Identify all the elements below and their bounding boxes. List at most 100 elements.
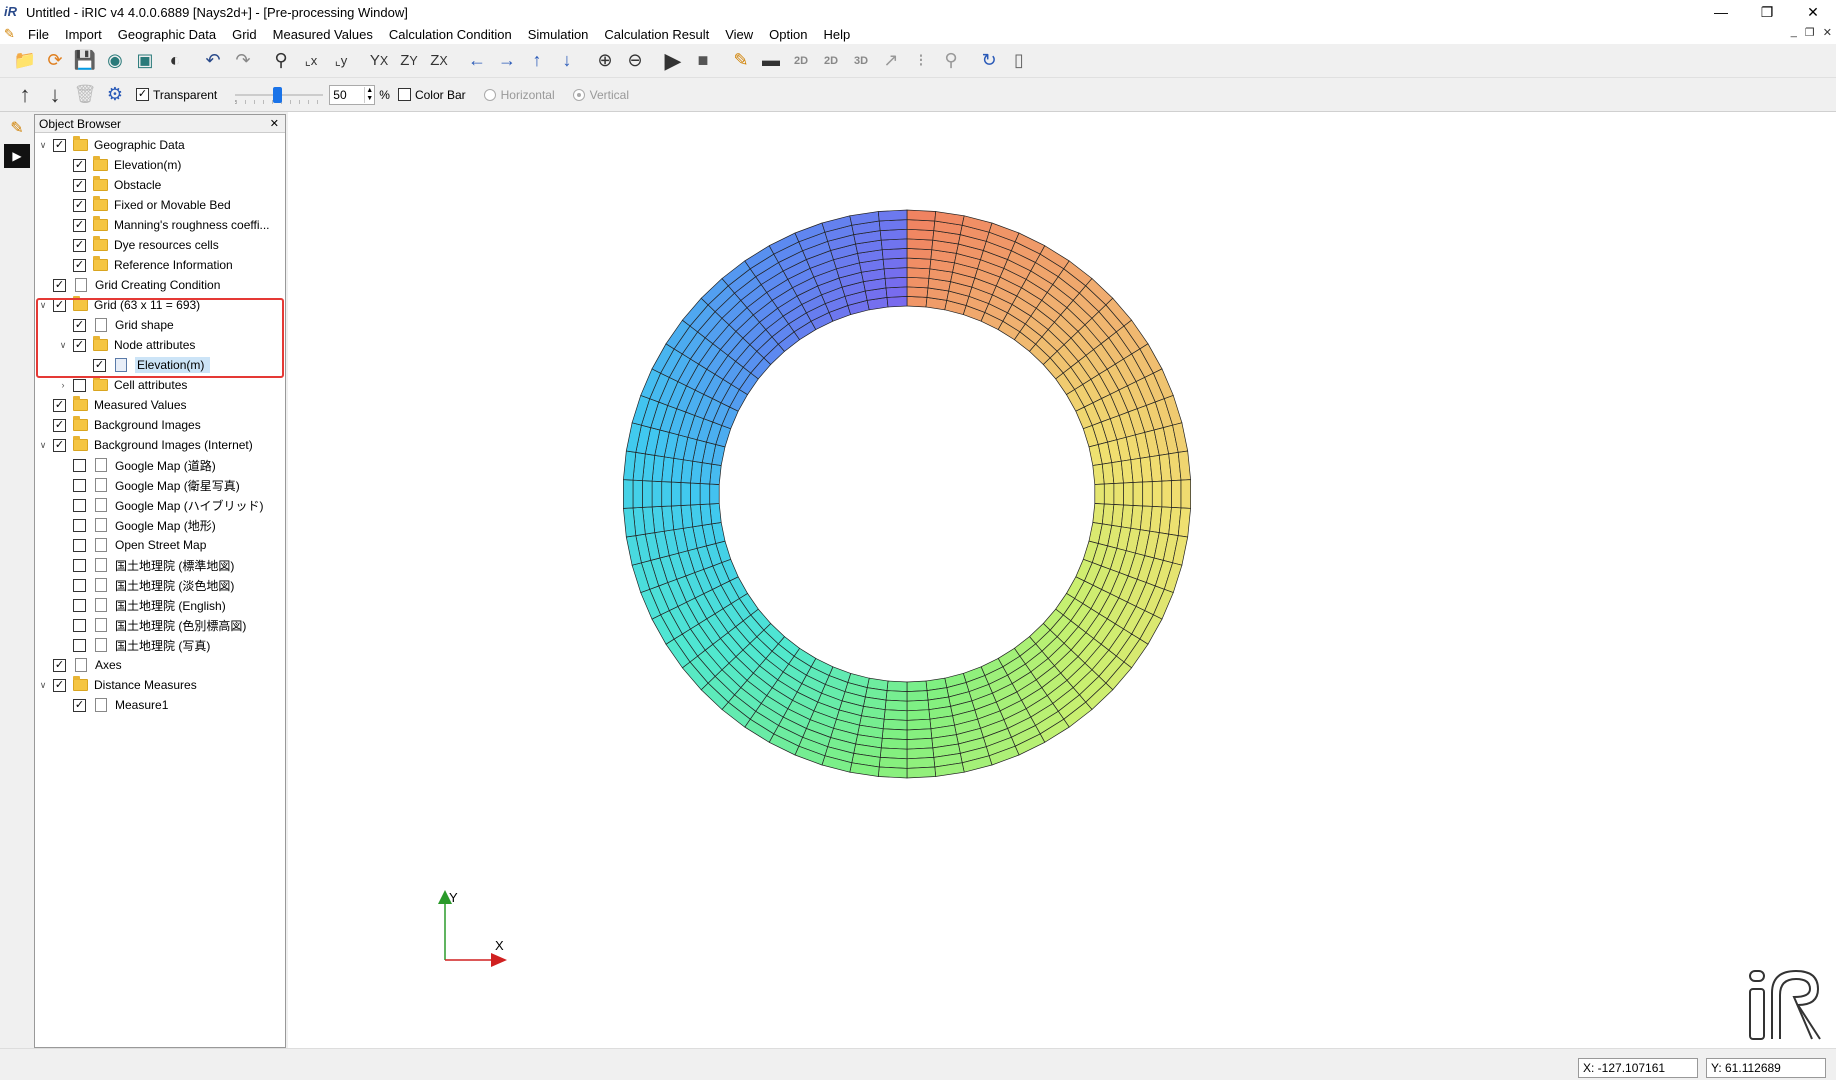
tree-item-checkbox[interactable]: ✓ xyxy=(53,278,66,292)
transparent-checkbox[interactable]: ✓ xyxy=(136,88,149,101)
move-up-icon[interactable]: ↑ xyxy=(522,46,552,76)
tree-item-checkbox[interactable]: ✓ xyxy=(53,658,66,672)
tree-item-checkbox[interactable] xyxy=(73,618,86,632)
tree-item[interactable]: 国土地理院 (淡色地図) xyxy=(57,576,234,594)
opacity-spinbox[interactable]: 50 ▲ ▼ xyxy=(329,84,376,105)
post-2d-bird-icon[interactable]: 2D xyxy=(816,46,846,76)
mdi-close-button[interactable]: ✕ xyxy=(1823,26,1832,39)
undo-icon[interactable]: ↶ xyxy=(198,46,228,76)
open-folder-icon[interactable]: 📁 xyxy=(10,46,40,76)
save-icon[interactable]: 💾 xyxy=(70,46,100,76)
stop-icon[interactable]: ■ xyxy=(688,46,718,76)
minimize-button[interactable]: — xyxy=(1698,0,1744,24)
vertical-radio[interactable] xyxy=(572,88,585,101)
tree-item-checkbox[interactable] xyxy=(73,478,86,492)
close-button[interactable]: ✕ xyxy=(1790,0,1836,24)
menu-geographic-data[interactable]: Geographic Data xyxy=(110,27,224,42)
zoom-out-icon[interactable]: ⊖ xyxy=(620,46,650,76)
zoom-in-icon[interactable]: ⊕ xyxy=(590,46,620,76)
menu-measured-values[interactable]: Measured Values xyxy=(265,27,381,42)
tree-item[interactable]: ✓ Measured Values xyxy=(37,396,187,414)
menu-simulation[interactable]: Simulation xyxy=(520,27,597,42)
tree-item-checkbox[interactable] xyxy=(73,538,86,552)
tree-item[interactable]: ∨ ✓ Geographic Data xyxy=(37,136,185,154)
menu-help[interactable]: Help xyxy=(815,27,858,42)
tree-item-checkbox[interactable] xyxy=(73,598,86,612)
tree-item[interactable]: ✓ Background Images xyxy=(37,416,201,434)
move-object-up-icon[interactable]: ↑ xyxy=(10,80,40,110)
tree-item-checkbox[interactable]: ✓ xyxy=(53,398,66,412)
tree-item-checkbox[interactable]: ✓ xyxy=(73,158,86,172)
post-2d-icon[interactable]: 2D xyxy=(786,46,816,76)
move-left-icon[interactable]: ← xyxy=(462,46,492,76)
tree-item[interactable]: Google Map (衛星写真) xyxy=(57,476,240,494)
tree-item-checkbox[interactable]: ✓ xyxy=(53,138,66,152)
view-zx-icon[interactable]: ZX xyxy=(424,46,454,76)
tree-item-checkbox[interactable]: ✓ xyxy=(73,218,86,232)
move-object-down-icon[interactable]: ↓ xyxy=(40,80,70,110)
tree-item[interactable]: ✓ Manning's roughness coeffi... xyxy=(57,216,270,234)
tree-item-checkbox[interactable] xyxy=(73,558,86,572)
tree-item[interactable]: ∨ ✓ Distance Measures xyxy=(37,676,197,694)
graphics-view[interactable] xyxy=(288,112,1836,1048)
tree-item[interactable]: Google Map (ハイブリッド) xyxy=(57,496,263,514)
tree-item-checkbox[interactable]: ✓ xyxy=(73,178,86,192)
menu-file[interactable]: File xyxy=(20,27,57,42)
tree-item[interactable]: Google Map (地形) xyxy=(57,516,216,534)
menu-import[interactable]: Import xyxy=(57,27,110,42)
zoom-fit-icon[interactable]: ⚲ xyxy=(266,46,296,76)
view-yx-icon[interactable]: YX xyxy=(364,46,394,76)
tree-item[interactable]: ∨ ✓ Background Images (Internet) xyxy=(37,436,253,454)
mdi-minimize-button[interactable]: _ xyxy=(1791,26,1797,39)
tree-item-checkbox[interactable] xyxy=(73,518,86,532)
redo-icon[interactable]: ↷ xyxy=(228,46,258,76)
move-right-icon[interactable]: → xyxy=(492,46,522,76)
restore-button[interactable]: ❐ xyxy=(1744,0,1790,24)
menu-view[interactable]: View xyxy=(717,27,761,42)
mdi-restore-button[interactable]: ❐ xyxy=(1805,26,1815,39)
horizontal-radio[interactable] xyxy=(483,88,496,101)
expand-down-icon[interactable]: ∨ xyxy=(37,440,49,451)
tree-item[interactable]: ✓ Dye resources cells xyxy=(57,236,219,254)
continuous-snapshot-icon[interactable]: ▣ xyxy=(130,46,160,76)
tree-item[interactable]: ✓ Axes xyxy=(37,656,122,674)
object-property-icon[interactable]: ⚙ xyxy=(100,80,130,110)
expand-down-icon[interactable]: ∨ xyxy=(37,140,49,151)
solver-console-window-icon[interactable]: ▶ xyxy=(4,144,30,168)
tree-item-checkbox[interactable] xyxy=(73,638,86,652)
chart-xy-icon[interactable]: ⌞y xyxy=(326,46,356,76)
menu-calculation-condition[interactable]: Calculation Condition xyxy=(381,27,520,42)
tree-item-checkbox[interactable] xyxy=(73,378,86,392)
tree-item-checkbox[interactable]: ✓ xyxy=(73,698,86,712)
tree-item-checkbox[interactable]: ✓ xyxy=(53,438,66,452)
menu-option[interactable]: Option xyxy=(761,27,815,42)
snapshot-icon[interactable]: ◉ xyxy=(100,46,130,76)
tree-item-checkbox[interactable]: ✓ xyxy=(53,678,66,692)
tree-item[interactable]: Open Street Map xyxy=(57,536,206,554)
chart-x-icon[interactable]: ⌞x xyxy=(296,46,326,76)
tree-item-checkbox[interactable]: ✓ xyxy=(73,238,86,252)
mouse-hint-icon[interactable]: ▯ xyxy=(1004,46,1034,76)
menu-grid[interactable]: Grid xyxy=(224,27,265,42)
opacity-slider-thumb[interactable] xyxy=(273,86,283,103)
google-earth-icon[interactable]: ◐ xyxy=(160,46,190,76)
opacity-slider[interactable] xyxy=(235,85,324,105)
graph-icon[interactable]: ↗ xyxy=(876,46,906,76)
tree-item-checkbox[interactable] xyxy=(73,578,86,592)
pre-processing-window-icon[interactable]: ✎ xyxy=(4,116,30,140)
tree-item-checkbox[interactable]: ✓ xyxy=(73,198,86,212)
run-icon[interactable]: ▶ xyxy=(658,46,688,76)
tree-item[interactable]: Google Map (道路) xyxy=(57,456,216,474)
reload-project-icon[interactable]: ⟳ xyxy=(40,46,70,76)
expand-right-icon[interactable]: › xyxy=(57,380,69,390)
tree-item[interactable]: 国土地理院 (標準地図) xyxy=(57,556,234,574)
tree-item[interactable]: ✓ Obstacle xyxy=(57,176,161,194)
tree-item[interactable]: ✓ Elevation(m) xyxy=(57,156,181,174)
tree-item[interactable]: ✓ Measure1 xyxy=(57,696,168,714)
tree-item-checkbox[interactable] xyxy=(73,458,86,472)
tree-item[interactable]: ✓ Grid Creating Condition xyxy=(37,276,220,294)
tree-item[interactable]: › Cell attributes xyxy=(57,376,187,394)
spin-arrows-icon[interactable]: ▲ ▼ xyxy=(364,86,374,103)
tree-item-checkbox[interactable] xyxy=(73,498,86,512)
tree-item[interactable]: 国土地理院 (English) xyxy=(57,596,226,614)
